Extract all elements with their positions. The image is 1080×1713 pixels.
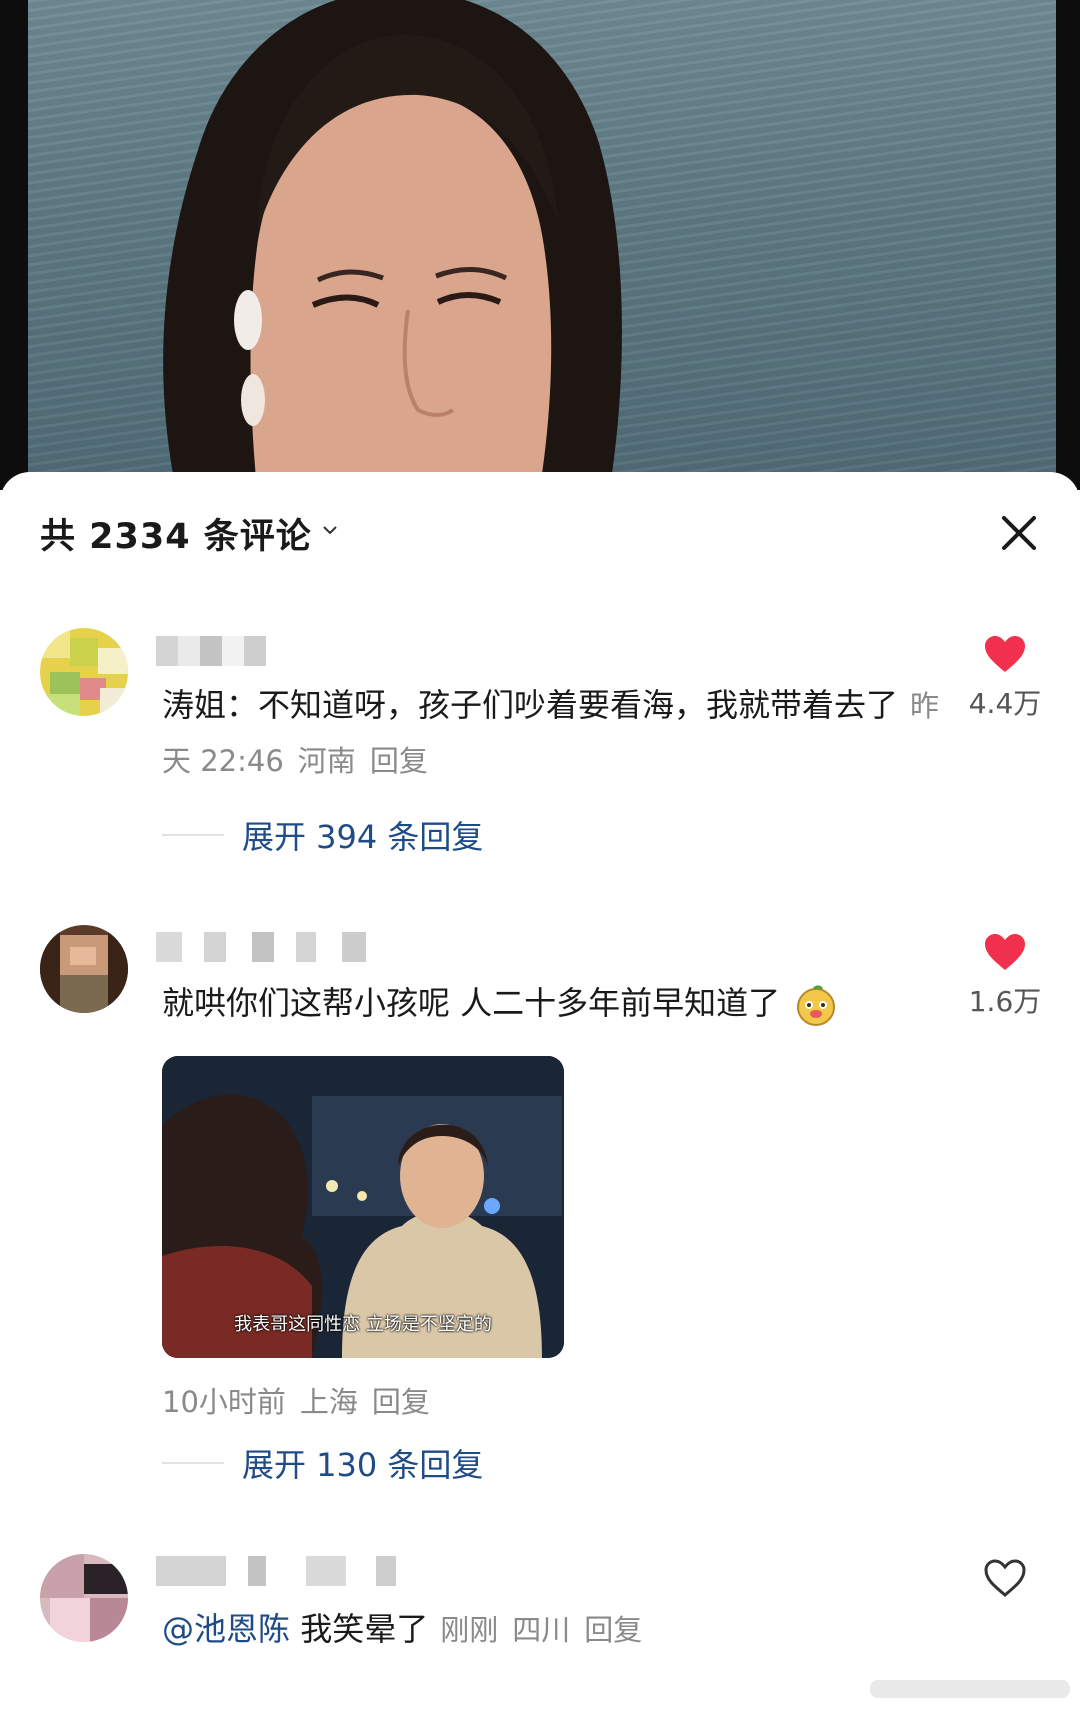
video-person-image — [163, 0, 622, 490]
username-blurred[interactable] — [156, 636, 266, 666]
expand-replies-label: 展开 130 条回复 — [242, 1446, 484, 1484]
image-subtitle: 我表哥这同性恋 立场是不坚定的 — [234, 1314, 492, 1335]
username-blurred[interactable] — [156, 932, 366, 962]
like-button[interactable]: 1.6万 — [960, 932, 1050, 1020]
mention-link[interactable]: @池恩陈 — [162, 1610, 290, 1648]
comment-meta: 10小时前 上海 回复 — [162, 1385, 444, 1419]
comment-meta: 刚刚 四川 回复 — [440, 1613, 656, 1647]
video-player[interactable] — [0, 0, 1080, 490]
like-button[interactable] — [960, 1558, 1050, 1598]
like-count: 1.6万 — [968, 985, 1042, 1018]
comment-text: 涛姐：不知道呀，孩子们吵着要看海，我就带着去了 — [162, 686, 899, 724]
reply-button[interactable]: 回复 — [370, 744, 428, 778]
expand-replies-label: 展开 394 条回复 — [242, 818, 484, 856]
comment-text: 我笑晕了 — [300, 1610, 429, 1648]
comment-image-attachment[interactable]: 我表哥这同性恋 立场是不坚定的 — [162, 1056, 564, 1358]
heart-filled-icon — [985, 636, 1025, 672]
comments-count-header[interactable]: 共 2334 条评论 — [40, 508, 338, 558]
comment-text-block: @池恩陈 我笑晕了 刚刚 四川 回复 — [162, 1602, 942, 1657]
like-button[interactable]: 4.4万 — [960, 634, 1050, 722]
avatar[interactable] — [40, 1554, 128, 1642]
username-blurred[interactable] — [156, 1556, 396, 1586]
home-indicator — [870, 1680, 1070, 1698]
comment-text-block: 就哄你们这帮小孩呢 人二十多年前早知道了 — [162, 976, 942, 1030]
like-count: 4.4万 — [968, 687, 1042, 720]
video-frame — [28, 0, 1056, 490]
expand-replies-button[interactable]: 展开 394 条回复 — [162, 812, 483, 858]
avatar[interactable] — [40, 925, 128, 1013]
emoji-icon — [797, 985, 836, 1026]
heart-outline-icon — [984, 1559, 1026, 1597]
comment-text-block: 涛姐：不知道呀，孩子们吵着要看海，我就带着去了 昨天 22:46 河南 回复 — [162, 678, 942, 788]
comment-location: 河南 — [297, 744, 356, 778]
comment-text: 就哄你们这帮小孩呢 人二十多年前早知道了 — [162, 984, 781, 1022]
comment-time: 刚刚 — [440, 1613, 499, 1647]
reply-button[interactable]: 回复 — [372, 1385, 430, 1419]
comment-location: 四川 — [512, 1613, 571, 1647]
chevron-down-icon — [323, 526, 337, 535]
expand-divider — [162, 834, 224, 836]
avatar[interactable] — [40, 628, 128, 716]
comments-title: 共 2334 条评论 — [40, 516, 312, 557]
expand-divider — [162, 1462, 224, 1464]
comment-meta-row: 10小时前 上海 回复 — [162, 1374, 942, 1429]
close-icon[interactable] — [994, 508, 1044, 558]
comment-time: 10小时前 — [162, 1385, 286, 1419]
expand-replies-button[interactable]: 展开 130 条回复 — [162, 1440, 483, 1486]
comment-location: 上海 — [299, 1385, 358, 1419]
reply-button[interactable]: 回复 — [584, 1613, 642, 1647]
heart-filled-icon — [985, 934, 1025, 970]
